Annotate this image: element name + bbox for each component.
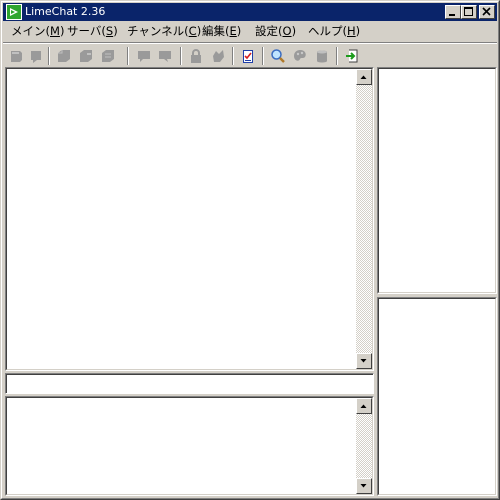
leave-channel-button[interactable]: [77, 47, 95, 65]
log-view-scrollbar[interactable]: [356, 69, 372, 369]
leave-channel-icon: [80, 50, 92, 62]
minimize-button[interactable]: [445, 5, 461, 19]
toolbar: [3, 42, 497, 68]
lock-button[interactable]: [187, 47, 205, 65]
close-button[interactable]: [479, 5, 495, 19]
menu-main-accesskey: M: [50, 24, 60, 38]
channel-list-icon: [102, 50, 114, 62]
toolbar-separator: [262, 47, 264, 65]
exit-icon: [346, 49, 358, 63]
server-tree-frame: [378, 68, 496, 293]
exit-button[interactable]: [343, 47, 361, 65]
menu-help-label: ヘルプ(: [308, 24, 347, 38]
menu-bar: メイン(M) サーバ(S) チャンネル(C) 編集(E) 設定(O) ヘルプ(H…: [3, 22, 497, 41]
limechat-app-icon[interactable]: [6, 4, 22, 20]
message-input[interactable]: [6, 374, 373, 393]
close-icon: [482, 7, 491, 16]
away-button[interactable]: [209, 47, 227, 65]
arrow-down-icon: [360, 484, 367, 488]
menu-server[interactable]: サーバ(S): [67, 24, 118, 40]
menu-settings-label: 設定(: [255, 24, 283, 38]
toolbar-separator: [48, 47, 50, 65]
away-icon: [213, 50, 224, 62]
menu-channel[interactable]: チャンネル(C): [127, 24, 201, 40]
menu-settings-close: ): [291, 24, 297, 38]
title-bar[interactable]: LimeChat 2.36: [3, 3, 497, 21]
menu-server-label: サーバ(: [67, 24, 106, 38]
arrow-down-icon: [360, 359, 367, 363]
minimize-icon: [449, 14, 455, 16]
disconnect-button[interactable]: [27, 47, 45, 65]
menu-help[interactable]: ヘルプ(H): [308, 24, 360, 40]
console-view-scrollbar[interactable]: [356, 398, 372, 494]
talk-button[interactable]: [135, 47, 153, 65]
toolbar-separator: [232, 47, 234, 65]
limechat-window: LimeChat 2.36 メイン(M) サーバ(S) チャンネル(C) 編集(…: [0, 0, 500, 500]
join-channel-icon: [58, 50, 70, 62]
search-button[interactable]: [269, 47, 287, 65]
dcc-button[interactable]: [156, 47, 174, 65]
menu-channel-label: チャンネル(: [127, 24, 189, 38]
member-list[interactable]: [377, 297, 497, 496]
disconnect-icon: [31, 51, 41, 63]
arrow-up-icon: [360, 75, 367, 79]
talk-icon: [138, 51, 150, 62]
menu-main-close: ): [59, 24, 65, 38]
menu-server-close: ): [113, 24, 118, 38]
server-tree[interactable]: [377, 67, 497, 294]
channel-list-button[interactable]: [99, 47, 117, 65]
menu-help-close: ): [355, 24, 361, 38]
log-view-frame: [6, 68, 373, 370]
menu-main-label: メイン(: [11, 24, 50, 38]
menu-edit-close: ): [236, 24, 242, 38]
connect-button[interactable]: [8, 47, 26, 65]
scroll-down-button[interactable]: [356, 353, 372, 369]
window-title: LimeChat 2.36: [25, 5, 106, 18]
log-button[interactable]: [313, 47, 331, 65]
message-input-field[interactable]: [5, 373, 374, 394]
console-view[interactable]: [5, 396, 374, 496]
palette-icon: [294, 50, 306, 61]
member-list-frame: [378, 298, 496, 495]
menu-edit-accesskey: E: [229, 24, 237, 38]
menu-help-accesskey: H: [347, 24, 356, 38]
menu-settings[interactable]: 設定(O): [255, 24, 296, 40]
scroll-up-button[interactable]: [356, 398, 372, 414]
maximize-button[interactable]: [461, 5, 477, 19]
connect-icon: [11, 51, 22, 62]
menu-channel-close: ): [196, 24, 202, 38]
arrow-up-icon: [360, 404, 367, 408]
toolbar-separator: [336, 47, 338, 65]
log-view[interactable]: [5, 67, 374, 371]
checklist-button[interactable]: [239, 47, 257, 65]
menu-edit[interactable]: 編集(E): [202, 24, 241, 40]
toolbar-separator: [180, 47, 182, 65]
menu-edit-label: 編集(: [202, 24, 230, 38]
palette-button[interactable]: [291, 47, 309, 65]
scroll-down-button[interactable]: [356, 478, 372, 494]
dcc-icon: [159, 51, 171, 62]
scroll-up-button[interactable]: [356, 69, 372, 85]
menu-settings-accesskey: O: [282, 24, 292, 38]
toolbar-separator: [127, 47, 129, 65]
menu-channel-accesskey: C: [188, 24, 197, 38]
search-icon: [271, 49, 285, 63]
menu-server-accesskey: S: [105, 24, 114, 38]
checklist-icon: [243, 50, 253, 63]
log-icon: [317, 50, 327, 63]
lock-icon: [191, 49, 201, 63]
maximize-icon: [464, 7, 473, 16]
console-view-frame: [6, 397, 373, 495]
menu-main[interactable]: メイン(M): [11, 24, 64, 40]
join-channel-button[interactable]: [55, 47, 73, 65]
